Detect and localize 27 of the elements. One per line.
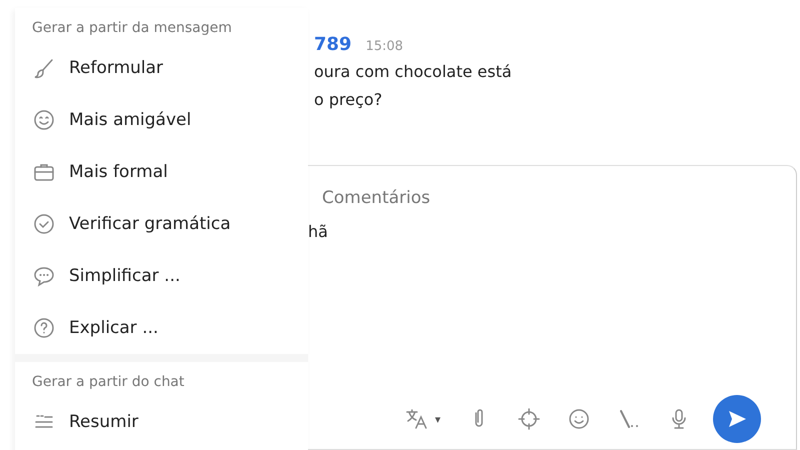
crosshair-icon: [517, 407, 541, 431]
smiley-icon: [32, 108, 56, 132]
menu-section-title: Gerar a partir do chat: [31, 374, 184, 392]
menu-item[interactable]: Explicar ...: [15, 302, 308, 354]
commands-button[interactable]: [617, 407, 641, 431]
menu-item[interactable]: Mais amigável: [15, 94, 308, 146]
send-button[interactable]: [713, 395, 761, 443]
translate-button[interactable]: ▾: [405, 407, 441, 431]
menu-item[interactable]: Simplificar ...: [15, 250, 308, 302]
message-text: oura com chocolate está: [314, 61, 513, 83]
translate-icon: [405, 407, 429, 431]
check-circle-icon: [32, 212, 56, 236]
target-button[interactable]: [517, 407, 541, 431]
message-text: o preço?: [314, 89, 384, 111]
menu-item[interactable]: Reformular: [15, 42, 308, 94]
smiley-icon: [567, 407, 591, 431]
sender-name: 789: [314, 34, 352, 55]
emoji-button[interactable]: [567, 407, 591, 431]
menu-item[interactable]: Verificar gramática: [15, 198, 308, 250]
message-time: 15:08: [366, 39, 404, 54]
question-icon: [32, 316, 56, 340]
menu-section-title: Gerar a partir da mensagem: [31, 20, 232, 38]
comments-tab[interactable]: Comentários: [322, 188, 430, 208]
slash-command-icon: [617, 407, 641, 431]
menu-item[interactable]: Resumir: [15, 396, 308, 448]
menu-item[interactable]: Mais formal: [15, 146, 308, 198]
message-input-text[interactable]: hã: [308, 222, 328, 241]
